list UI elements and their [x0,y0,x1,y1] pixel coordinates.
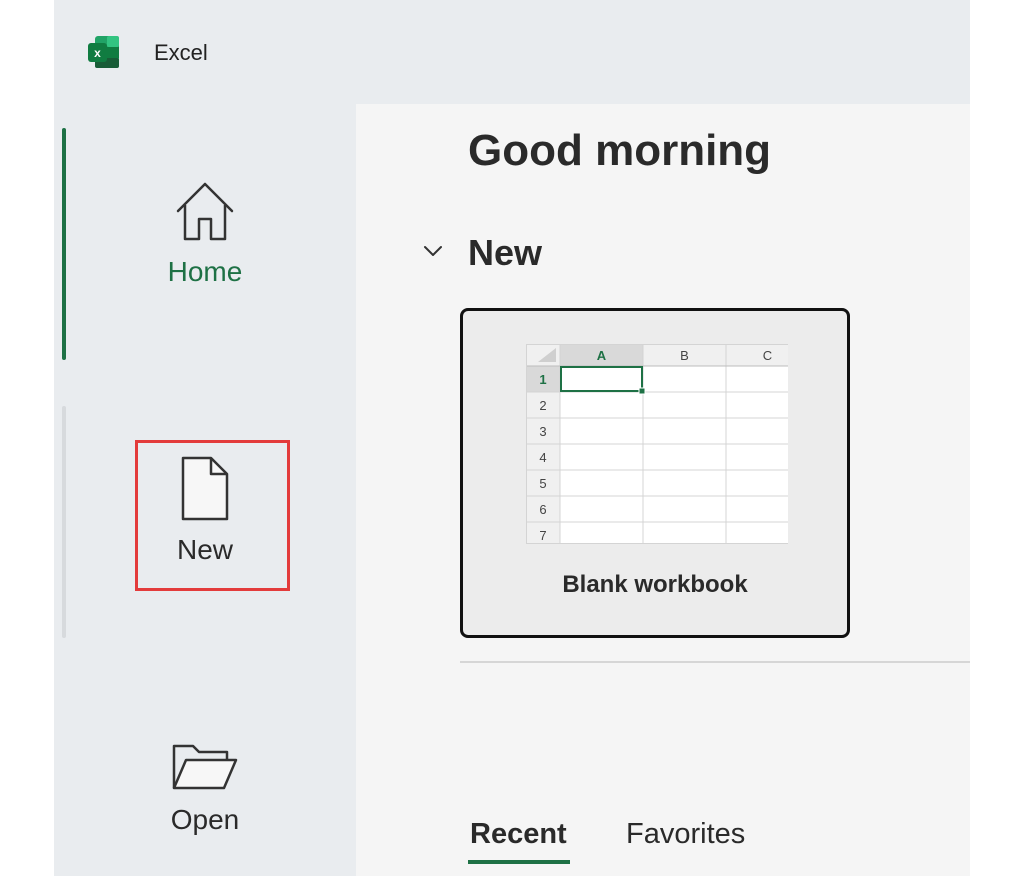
highlight-annotation-box [135,440,290,591]
row-header-label: 7 [539,528,546,543]
sidebar-item-label: Home [167,256,243,287]
row-header-label: 2 [539,398,546,413]
sidebar: Home New Open [54,104,356,876]
title-bar: x Excel [54,0,970,104]
excel-logo-letter: x [94,46,101,60]
template-label: Blank workbook [562,571,748,598]
column-header-label: A [597,348,607,363]
blank-workbook-template[interactable]: A B C 1 2 3 4 5 6 7 Blank workbook [460,308,850,638]
column-header-label: C [763,348,772,363]
excel-logo-icon: x [88,36,119,68]
app-title: Excel [154,40,208,65]
chevron-down-icon[interactable] [420,238,446,264]
row-header-label: 4 [539,450,546,465]
section-title-new: New [468,232,543,273]
section-divider [460,661,970,663]
home-icon [176,182,234,241]
row-header-label: 6 [539,502,546,517]
sidebar-item-home[interactable]: Home [54,178,356,288]
fill-handle [638,387,646,395]
excel-start-window: x Excel Home New Open Good morning New A… [54,0,970,876]
column-header-label: B [680,348,689,363]
active-tab-underline [468,860,570,864]
row-header-label: 3 [539,424,546,439]
tab-favorites[interactable]: Favorites [626,818,745,851]
row-header-label: 1 [539,372,546,387]
sidebar-item-open[interactable]: Open [54,742,356,836]
folder-open-icon [172,744,238,790]
tab-recent[interactable]: Recent [470,818,567,851]
row-header-label: 5 [539,476,546,491]
main-content: Good morning New A B C 1 2 3 4 5 6 7 Blank workbo… [356,104,970,876]
spreadsheet-preview: A B C 1 2 3 4 5 6 7 [526,344,788,544]
sidebar-item-label: Open [170,804,240,835]
greeting-heading: Good morning [468,126,772,175]
